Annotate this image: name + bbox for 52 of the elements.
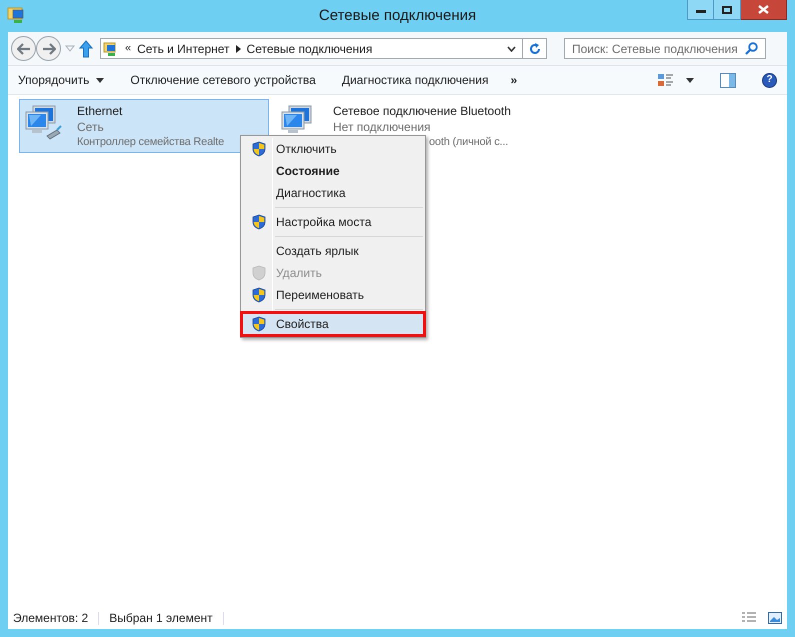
shield-icon <box>252 141 266 157</box>
refresh-icon <box>528 42 540 54</box>
view-options-icon[interactable] <box>658 72 674 88</box>
shield-icon <box>252 214 266 230</box>
back-button[interactable] <box>11 36 36 61</box>
search-icon <box>745 42 758 55</box>
menu-item[interactable]: Диагностика <box>243 182 423 204</box>
connection-status: Сеть <box>77 120 105 135</box>
close-icon <box>758 5 769 14</box>
connection-status: Нет подключения <box>333 120 432 135</box>
toolbar-button[interactable]: Диагностика подключения <box>342 71 489 89</box>
menu-item[interactable]: Создать ярлык <box>243 240 423 262</box>
connection-name: Сетевое подключение Bluetooth <box>333 104 511 120</box>
breadcrumb-overflow[interactable]: « <box>125 40 132 57</box>
details-view-icon[interactable] <box>742 612 756 624</box>
chevron-down-icon[interactable] <box>507 46 516 52</box>
breadcrumb-item[interactable]: Сетевые подключения <box>246 40 372 58</box>
connection-name: Ethernet <box>77 104 124 120</box>
shield-icon <box>252 316 266 332</box>
toolbar-button[interactable]: Упорядочить <box>18 71 104 89</box>
menu-item[interactable]: Настройка моста <box>243 211 423 233</box>
large-icons-view-icon[interactable] <box>768 612 782 624</box>
more-button[interactable]: » <box>510 71 518 89</box>
refresh-button[interactable] <box>523 38 547 59</box>
shield-icon <box>252 265 266 281</box>
menu-item[interactable]: Свойства <box>242 313 424 335</box>
menu-item[interactable]: Состояние <box>243 160 423 182</box>
window-title: Сетевые подключения <box>318 6 476 26</box>
up-arrow-icon[interactable] <box>79 40 93 58</box>
search-field[interactable]: Поиск: Сетевые подключения <box>564 38 766 59</box>
caret-icon <box>96 78 104 82</box>
shield-icon <box>252 287 266 303</box>
toolbar-button[interactable]: Отключение сетевого устройства <box>130 71 316 89</box>
item-count: Элементов: 2 <box>13 610 88 627</box>
breadcrumb-arrow-icon[interactable] <box>236 44 241 52</box>
preview-pane-icon[interactable] <box>720 72 736 88</box>
forward-arrow-icon <box>42 42 56 54</box>
minimize-button[interactable] <box>687 0 714 20</box>
selection-status: Выбран 1 элемент <box>109 610 213 627</box>
menu-item[interactable]: Переименовать <box>243 284 423 306</box>
connection-device: ooth (личной с... <box>428 135 510 150</box>
close-button[interactable] <box>741 0 787 20</box>
maximize-button[interactable] <box>714 0 741 20</box>
breadcrumb-item[interactable]: Сеть и Интернет <box>137 40 230 58</box>
connection-item[interactable]: Ethernet Сеть Контроллер семейства Realte <box>19 99 269 153</box>
search-input[interactable]: Поиск: Сетевые подключения <box>572 40 745 58</box>
back-arrow-icon <box>16 42 30 54</box>
forward-button[interactable] <box>36 36 61 61</box>
address-bar[interactable]: « Сеть и Интернет Сетевые подключения <box>100 38 523 59</box>
help-button[interactable]: ? <box>762 72 777 88</box>
connection-device: Контроллер семейства Realte <box>77 135 224 150</box>
caret-icon[interactable] <box>686 78 694 82</box>
